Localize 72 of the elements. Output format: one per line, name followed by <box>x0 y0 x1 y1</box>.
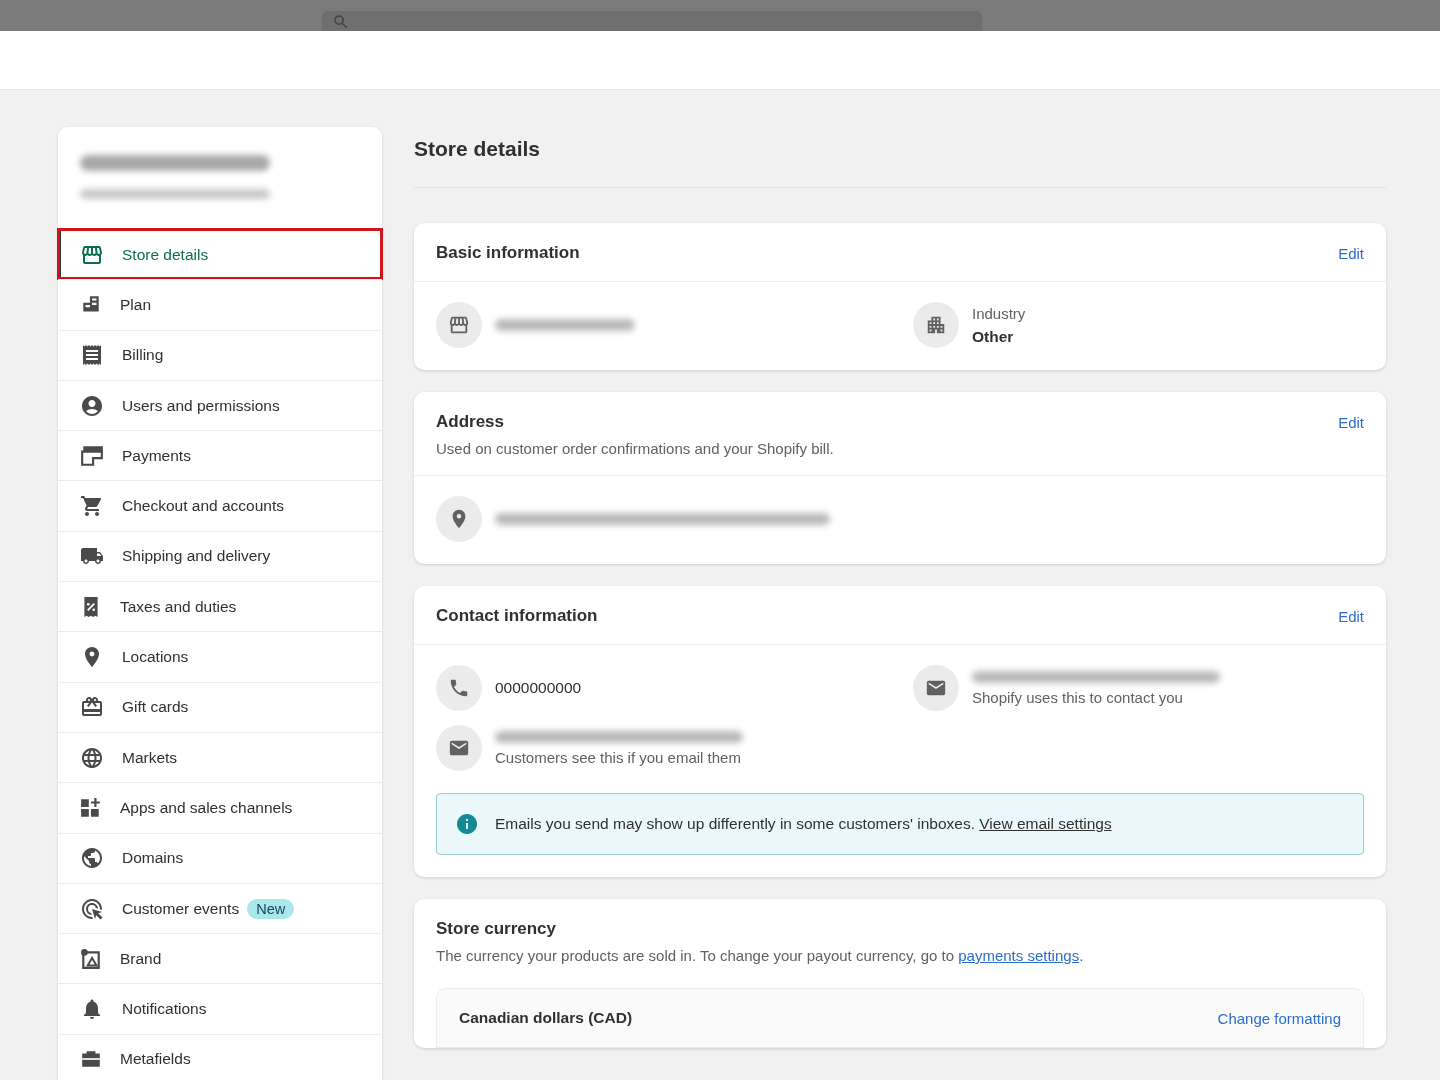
sidebar-label: Domains <box>122 849 184 868</box>
field-label: Industry <box>972 304 1026 322</box>
cursor-click-icon <box>80 896 104 921</box>
sidebar-item[interactable]: Markets <box>58 731 382 783</box>
sidebar-item[interactable]: Store details <box>58 229 382 280</box>
edit-link[interactable]: Edit <box>1338 244 1364 262</box>
phone-icon <box>436 665 482 711</box>
location-pin-icon <box>436 496 482 542</box>
sidebar-item[interactable]: Notifications <box>58 983 382 1034</box>
edit-link[interactable]: Edit <box>1338 413 1364 431</box>
sidebar-item[interactable]: Payments <box>58 430 382 481</box>
card-description: Used on customer order confirmations and your Shopify bill. <box>436 440 835 457</box>
sidebar-label: Shipping and delivery <box>122 547 271 566</box>
sidebar-label: Plan <box>120 295 152 314</box>
banner-text: Emails you send may show up differently in some customers' inboxes. View email settings <box>495 815 1112 833</box>
sidebar-item[interactable]: Plan <box>58 279 382 330</box>
sidebar-label: Users and permissions <box>122 396 280 415</box>
apps-add-icon <box>80 796 102 819</box>
card-title: Basic information <box>436 243 580 263</box>
cart-icon <box>80 494 104 519</box>
sidebar-label: Checkout and accounts <box>122 497 284 516</box>
change-formatting-link[interactable]: Change formatting <box>1217 1009 1341 1027</box>
sidebar-item[interactable]: Domains <box>58 832 382 883</box>
phone-number: 0000000000 <box>495 679 582 697</box>
info-icon <box>455 812 479 836</box>
sidebar-label: Notifications <box>122 1000 207 1019</box>
sidebar-item[interactable]: Apps and sales channels <box>58 782 382 833</box>
envelope-icon <box>436 725 482 771</box>
sidebar-label: Taxes and duties <box>120 597 237 616</box>
sidebar-label: Metafields <box>120 1050 191 1069</box>
building-icon <box>913 302 959 348</box>
storefront-icon <box>436 302 482 348</box>
card-title: Contact information <box>436 606 598 626</box>
sidebar-label: Billing <box>122 346 164 365</box>
page-title: Store details <box>414 127 1386 188</box>
user-icon <box>80 393 104 418</box>
field-value: Other <box>972 327 1015 346</box>
search-field[interactable] <box>322 11 982 31</box>
currency-name: Canadian dollars (CAD) <box>459 1009 633 1027</box>
sidebar-item[interactable]: Billing <box>58 329 382 380</box>
sidebar-item[interactable]: Gift cards <box>58 681 382 732</box>
sidebar-label: Locations <box>122 648 189 666</box>
card-title: Store currency <box>436 919 557 939</box>
field-note: Customers see this if you email them <box>495 748 742 766</box>
sidebar-label: Apps and sales channels <box>120 798 293 817</box>
sidebar-item[interactable]: Customer events New <box>58 882 382 934</box>
sidebar-item[interactable]: Metafields <box>58 1033 382 1080</box>
globe-cursor-icon <box>80 846 104 871</box>
sidebar-item[interactable]: Checkout and accounts <box>58 480 382 531</box>
sidebar-item[interactable]: Taxes and duties <box>58 581 382 632</box>
sidebar-label: Markets <box>122 748 178 767</box>
view-email-settings-link[interactable]: View email settings <box>979 815 1112 832</box>
image-icon <box>80 947 102 970</box>
edit-link[interactable]: Edit <box>1338 607 1364 625</box>
search-icon <box>332 13 350 31</box>
card-icon <box>80 444 104 467</box>
sidebar-label: Gift cards <box>122 698 189 717</box>
field-note: Shopify uses this to contact you <box>972 688 1184 706</box>
sidebar-label: Customer events <box>122 899 240 918</box>
new-badge: New <box>247 898 295 919</box>
sidebar-item[interactable]: Users and permissions <box>58 379 382 431</box>
sidebar-label: Brand <box>120 949 162 968</box>
card-description: The currency your products are sold in. To change your payout currency, go to payments settings. <box>436 947 1085 964</box>
card-title: Address <box>436 412 505 432</box>
envelope-icon <box>913 665 959 711</box>
sidebar-label: Store details <box>122 245 209 264</box>
sidebar-item[interactable]: Shipping and delivery <box>58 530 382 582</box>
sidebar-item[interactable]: Locations <box>58 631 382 682</box>
sidebar-label: Payments <box>122 446 191 465</box>
receipt-dollar-icon <box>80 343 104 368</box>
globe-icon <box>80 745 104 770</box>
sidebar-item[interactable]: Brand <box>58 933 382 984</box>
